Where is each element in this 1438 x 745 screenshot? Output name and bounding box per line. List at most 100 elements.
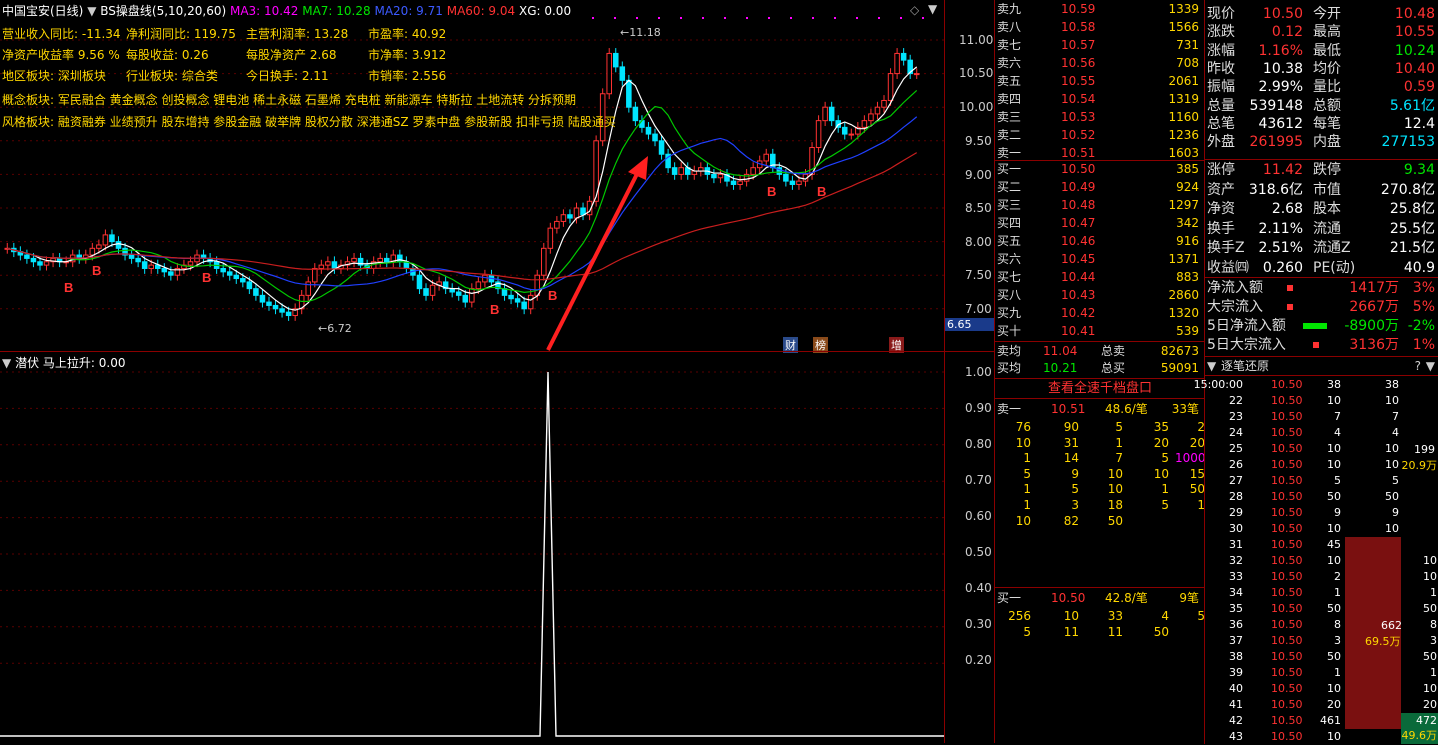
quote-value: 10.55 (1394, 24, 1435, 41)
candle-body (678, 167, 684, 175)
quote-label: 股本 (1313, 201, 1341, 217)
quote-label: 市值 (1313, 181, 1341, 198)
ask-row[interactable]: 卖六 10.56 708 (997, 54, 1203, 72)
total-sell-label: 总卖 (1101, 344, 1126, 358)
tick-time: 34 (1229, 586, 1243, 599)
candle-body (861, 120, 868, 128)
quote-value: 0.260 (1262, 259, 1303, 276)
quote-value: 9.34 (1403, 162, 1435, 178)
tick-time: 26 (1229, 458, 1243, 471)
candle-body (573, 207, 580, 219)
bid-row[interactable]: 买十 10.41 539 (997, 322, 1203, 340)
tick-volume: 3 (1334, 634, 1341, 647)
flow-value: 2667万 (1349, 299, 1399, 315)
ask-label: 卖二 (997, 128, 1022, 142)
ask-row[interactable]: 卖五 10.55 2061 (997, 72, 1203, 90)
bid-row[interactable]: 买三 10.48 1297 (997, 196, 1203, 214)
ask-row[interactable]: 卖三 10.53 1160 (997, 108, 1203, 126)
candle-body (606, 52, 612, 95)
tick-cumulative: 10 (1385, 394, 1399, 407)
bid-row[interactable]: 买八 10.43 2860 (997, 286, 1203, 304)
quote-label: 总额 (1313, 97, 1341, 114)
quote-value: 5.61亿 (1389, 97, 1435, 114)
candle-body (240, 278, 246, 283)
annotation-arrowhead (628, 156, 648, 180)
total-buy-label: 总买 (1101, 361, 1126, 375)
candle-body (796, 180, 802, 185)
tick-row: 26 10.50 10 10 (1207, 457, 1401, 473)
tick-time: 23 (1229, 410, 1243, 423)
tick-price: 10.50 (1271, 698, 1303, 711)
bid-label: 买五 (997, 234, 1022, 248)
tick-collapse-icon[interactable]: ▼ (1207, 357, 1216, 375)
queue-buy-label: 买一 (997, 591, 1022, 605)
bid-row[interactable]: 买五 10.46 916 (997, 232, 1203, 250)
ask-row[interactable]: 卖七 10.57 731 (997, 36, 1203, 54)
quote-value: 10.40 (1394, 60, 1435, 77)
ask-volume: 1160 (1168, 110, 1199, 124)
quote-label: PE(动) (1313, 259, 1356, 276)
ask-price: 10.55 (1061, 74, 1096, 88)
candle-body (560, 214, 567, 222)
chart-options-icon[interactable]: ▼ (928, 2, 937, 16)
tick-price: 10.50 (1271, 602, 1303, 615)
candle-body (246, 281, 253, 290)
queue-sell-cell: 10 (1015, 513, 1031, 528)
sub-indicator-chart[interactable]: ▼ 潜伏 马上拉升: 0.00 (0, 352, 944, 743)
collapse-icon[interactable]: ▼ (87, 4, 96, 18)
tick-price: 10.50 (1271, 682, 1303, 695)
tick-time: 15:00:00 (1193, 378, 1243, 391)
flow-row: 5日大宗流入 3136万 1% (1207, 336, 1437, 354)
tick-time: 30 (1229, 522, 1243, 535)
settings-diamond-icon[interactable]: ◇ (910, 3, 919, 17)
tick-volume: 1 (1334, 666, 1341, 679)
tick-volume: 8 (1334, 618, 1341, 631)
candle-body (828, 106, 835, 122)
bid-label: 买四 (997, 216, 1022, 230)
bid-row[interactable]: 买二 10.49 924 (997, 178, 1203, 196)
flow-pct: -2% (1407, 318, 1435, 334)
tick-right-value: 50 (1423, 650, 1437, 663)
quote-row: 换手Z 2.51% 流通Z 21.5亿 (1207, 239, 1437, 257)
tick-row: 42 10.50 461 (1207, 713, 1401, 729)
sub-collapse-icon[interactable]: ▼ (2, 356, 11, 370)
bid-row[interactable]: 买九 10.42 1320 (997, 304, 1203, 322)
ask-row[interactable]: 卖四 10.54 1319 (997, 90, 1203, 108)
xg-value: XG: 0.00 (518, 4, 572, 18)
bid-price: 10.44 (1061, 270, 1096, 284)
candle-body (894, 52, 900, 75)
bid-label: 买六 (997, 252, 1022, 266)
kline-chart[interactable]: B B B B B B B 中国宝安(日线) ▼ BS操盘线(5,10,20,60) MA3… (0, 0, 944, 353)
bid-row[interactable]: 买七 10.44 883 (997, 268, 1203, 286)
bid-price: 10.41 (1061, 324, 1096, 338)
ask-row[interactable]: 卖二 10.52 1236 (997, 126, 1203, 144)
tick-options-icon[interactable]: ? (1415, 357, 1421, 375)
flow-value: 3136万 (1349, 337, 1399, 353)
ask-volume: 1236 (1168, 128, 1199, 142)
candle-body (377, 257, 383, 263)
bid-row[interactable]: 买六 10.45 1371 (997, 250, 1203, 268)
candle-body (24, 254, 30, 259)
bid-row[interactable]: 买四 10.47 342 (997, 214, 1203, 232)
quote-value: 261995 (1249, 134, 1303, 151)
bid-row[interactable]: 买一 10.50 385 (997, 160, 1203, 178)
ask-label: 卖八 (997, 20, 1022, 34)
tick-right-value: 50 (1423, 602, 1437, 615)
quote-label: 资产 (1207, 181, 1235, 198)
tick-menu-icon[interactable]: ▼ (1426, 357, 1435, 375)
queue-buy-cell: 5 (1023, 625, 1031, 639)
avg-sell-label: 卖均 (997, 344, 1022, 358)
ask-price: 10.57 (1061, 38, 1096, 52)
bid-price: 10.48 (1061, 198, 1096, 212)
candle-body (521, 301, 527, 310)
candle-body (331, 261, 338, 269)
full-depth-button[interactable]: 查看全速千档盘口 (995, 380, 1205, 398)
stock-name: 中国宝安(日线) (2, 4, 84, 18)
candle-body (567, 214, 573, 219)
ask-volume: 1339 (1168, 2, 1199, 16)
tick-right-value: 10 (1423, 570, 1437, 583)
ask-row[interactable]: 卖九 10.59 1339 (997, 0, 1203, 18)
ask-row[interactable]: 卖八 10.58 1566 (997, 18, 1203, 36)
flow-bar (1287, 304, 1293, 310)
candle-body (717, 173, 724, 179)
